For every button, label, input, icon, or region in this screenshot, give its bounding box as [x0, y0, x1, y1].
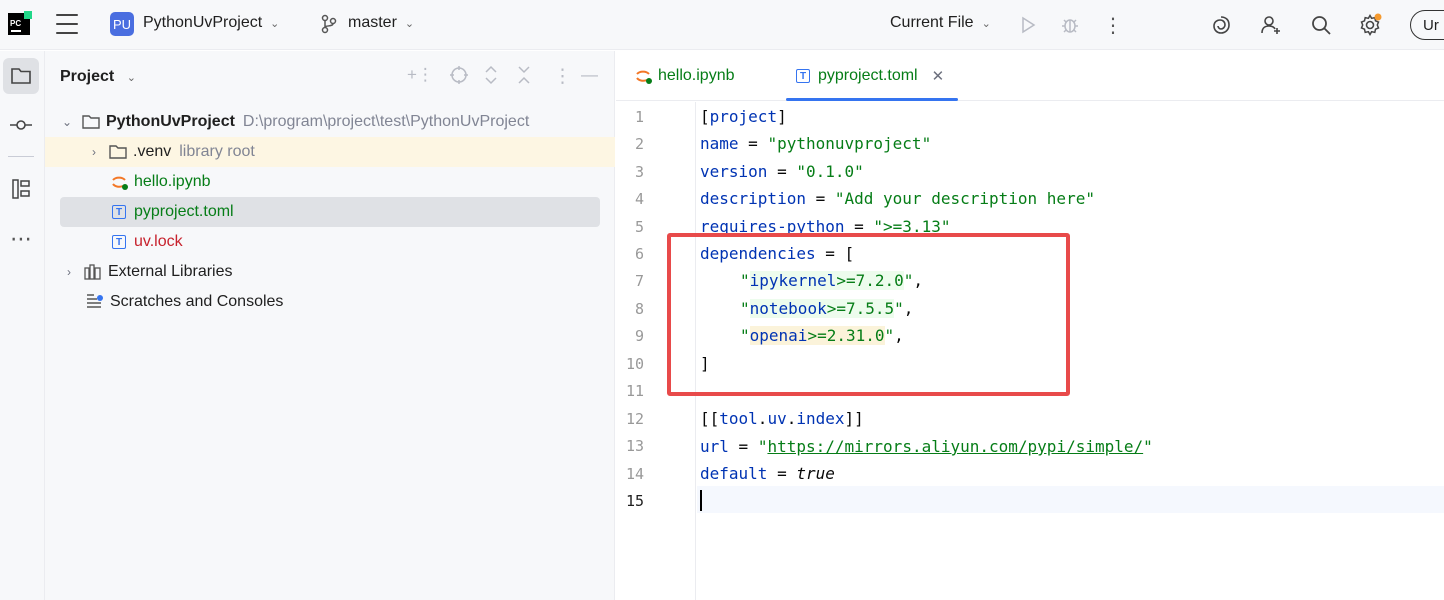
tree-item-pyproject-toml[interactable]: T pyproject.toml [60, 197, 600, 227]
tree-item-scratches[interactable]: Scratches and Consoles [60, 287, 600, 317]
line-number: 2 [634, 135, 644, 153]
run-icon[interactable] [1015, 12, 1041, 38]
tree-item-hello-ipynb[interactable]: hello.ipynb [60, 167, 600, 197]
line-number: 13 [625, 437, 644, 455]
tab-label: hello.ipynb [658, 67, 735, 84]
branch-name: master [348, 14, 397, 31]
tree-item-project-root[interactable]: ⌄ PythonUvProject D:\program\project\tes… [60, 107, 600, 137]
current-line-highlight [697, 486, 1444, 513]
jupyter-notebook-icon [110, 173, 128, 191]
line-number: 7 [634, 272, 644, 290]
tree-item-label: uv.lock [134, 233, 183, 250]
new-file-icon[interactable]: +⋮ [407, 65, 434, 85]
scratches-icon [86, 293, 104, 311]
tab-hello-ipynb[interactable]: hello.ipynb [634, 51, 735, 101]
toml-file-icon: T [110, 233, 128, 251]
locate-file-icon[interactable] [449, 65, 469, 90]
debug-icon[interactable] [1057, 12, 1083, 38]
chevron-down-icon[interactable]: ⌄ [60, 115, 74, 129]
collapse-all-icon[interactable] [516, 65, 532, 90]
chevron-down-icon: ⌄ [270, 17, 280, 30]
line-number: 1 [634, 108, 644, 126]
code-line[interactable]: default = true [700, 464, 835, 483]
project-panel: Project ⌄ +⋮ ⋮ — ⌄ PythonUvProject D:\pr… [45, 51, 615, 600]
main-menu-icon[interactable] [56, 14, 78, 34]
tree-item-label: Scratches and Consoles [110, 293, 284, 310]
folder-icon [82, 113, 100, 131]
code-line[interactable]: url = "https://mirrors.aliyun.com/pypi/s… [700, 437, 1153, 456]
line-number: 5 [634, 218, 644, 236]
line-number: 12 [625, 410, 644, 428]
activity-bar: ⋯ [0, 51, 45, 600]
title-bar: PC PU PythonUvProject ⌄ master ⌄ Current… [0, 0, 1444, 50]
commit-icon[interactable] [3, 107, 39, 143]
line-number: 11 [625, 382, 644, 400]
settings-gear-icon[interactable] [1357, 12, 1383, 38]
tree-item-label: pyproject.toml [134, 203, 234, 220]
upgrade-button[interactable]: Ur [1410, 10, 1444, 40]
panel-title: Project [60, 68, 115, 85]
tree-item-label: hello.ipynb [134, 173, 211, 190]
run-configuration-selector[interactable]: Current File ⌄ [890, 14, 991, 32]
code-line[interactable]: [project] [700, 107, 787, 126]
line-number: 6 [634, 245, 644, 263]
tab-label: pyproject.toml [818, 67, 918, 84]
project-badge[interactable]: PU [110, 12, 134, 36]
code-line[interactable]: version = "0.1.0" [700, 162, 864, 181]
hide-panel-icon[interactable]: — [581, 65, 598, 85]
more-vertical-icon[interactable]: ⋮ [1100, 12, 1126, 38]
tree-item-venv[interactable]: › .venv library root [45, 137, 615, 167]
code-line[interactable]: name = "pythonuvproject" [700, 134, 931, 153]
tree-item-note: library root [179, 143, 255, 160]
more-tool-windows-icon[interactable]: ⋯ [3, 221, 39, 257]
chevron-right-icon[interactable]: › [62, 265, 76, 279]
url-link[interactable]: https://mirrors.aliyun.com/pypi/simple/ [767, 437, 1143, 456]
folder-icon [109, 143, 127, 161]
project-panel-header[interactable]: Project ⌄ [60, 68, 136, 86]
structure-icon[interactable] [3, 171, 39, 207]
search-icon[interactable] [1308, 12, 1334, 38]
chevron-down-icon: ⌄ [404, 17, 415, 30]
close-tab-icon[interactable]: ✕ [932, 67, 945, 85]
line-number: 14 [625, 465, 644, 483]
tree-item-uv-lock[interactable]: T uv.lock [60, 227, 600, 257]
branch-switcher[interactable]: master ⌄ [348, 14, 414, 32]
line-number: 3 [634, 163, 644, 181]
tab-pyproject-toml[interactable]: T pyproject.toml ✕ [785, 51, 959, 101]
line-number: 8 [634, 300, 644, 318]
toml-file-icon: T [794, 67, 812, 85]
jupyter-notebook-icon [634, 67, 652, 85]
tree-item-external-libraries[interactable]: › External Libraries [60, 257, 600, 287]
chevron-down-icon: ⌄ [126, 72, 136, 84]
line-number: 4 [634, 190, 644, 208]
line-number: 9 [634, 327, 644, 345]
code-line[interactable]: [[tool.uv.index]] [700, 409, 864, 428]
ai-assistant-icon[interactable] [1208, 12, 1234, 38]
pycharm-logo-icon: PC [8, 11, 32, 35]
chevron-right-icon[interactable]: › [87, 145, 101, 159]
project-switcher[interactable]: PythonUvProject ⌄ [143, 14, 279, 32]
options-icon[interactable]: ⋮ [553, 65, 572, 88]
tree-item-label: PythonUvProject [106, 113, 235, 130]
tree-item-path: D:\program\project\test\PythonUvProject [242, 113, 530, 130]
project-name: PythonUvProject [143, 14, 263, 31]
line-number: 15 [625, 492, 644, 510]
dependencies-highlight-box [667, 233, 1070, 396]
chevron-down-icon: ⌄ [981, 17, 991, 30]
line-number: 10 [625, 355, 644, 373]
editor-tabs: hello.ipynb T pyproject.toml ✕ [616, 51, 1444, 101]
run-config-label: Current File [890, 14, 974, 31]
project-tool-window-icon[interactable] [3, 58, 39, 94]
tree-item-label: .venv [133, 143, 172, 160]
git-branch-icon [320, 14, 338, 34]
tree-item-label: External Libraries [108, 263, 233, 280]
text-caret [700, 490, 702, 511]
toml-file-icon: T [110, 203, 128, 221]
expand-all-icon[interactable] [483, 65, 499, 90]
add-user-icon[interactable] [1258, 12, 1284, 38]
library-icon [84, 263, 102, 281]
code-line[interactable]: description = "Add your description here… [700, 189, 1095, 208]
